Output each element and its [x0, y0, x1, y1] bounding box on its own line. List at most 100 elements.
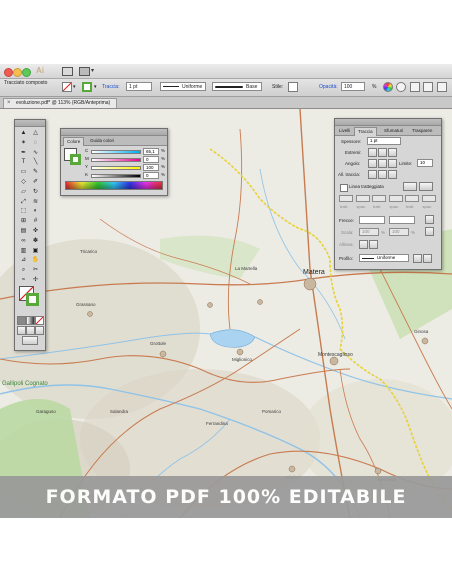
bridge-icon[interactable] [62, 67, 73, 76]
tab-trasparenza[interactable]: Trasparen [409, 127, 435, 135]
fill-stroke-widget[interactable] [19, 286, 41, 308]
tools-panel-grip[interactable] [15, 120, 45, 127]
close-icon[interactable]: × [7, 99, 11, 108]
color-spectrum[interactable] [65, 181, 163, 190]
arrow-tip-end-button[interactable] [369, 240, 378, 249]
stroke-panel-grip[interactable] [335, 119, 441, 126]
tab-colore[interactable]: Colore [63, 137, 85, 146]
flip-profile-vertical-button[interactable] [423, 254, 432, 263]
rotate-tool-icon[interactable]: ↻ [31, 189, 40, 198]
draw-inside-button[interactable] [35, 326, 44, 335]
isolate-group-icon[interactable] [396, 82, 406, 92]
dashed-checkbox[interactable] [340, 184, 348, 192]
dash-field-4[interactable] [388, 195, 403, 202]
shaper-tool-icon[interactable]: ◇ [19, 179, 28, 188]
dash-field-2[interactable] [355, 195, 370, 202]
eraser-tool-icon[interactable]: ▱ [19, 189, 28, 198]
bevel-join-button[interactable] [388, 159, 397, 168]
dash-field-6[interactable] [421, 195, 436, 202]
magic-wand-tool-icon[interactable]: ✶ [19, 140, 28, 149]
pencil-tool-icon[interactable]: ✐ [31, 179, 40, 188]
projecting-cap-button[interactable] [388, 148, 397, 157]
align-center-button[interactable] [368, 170, 377, 179]
lasso-tool-icon[interactable]: ◌ [31, 140, 40, 149]
channel-m-slider[interactable] [91, 158, 141, 162]
close-window-button[interactable] [4, 68, 13, 77]
slice-tool-icon[interactable]: ⊿ [19, 257, 28, 266]
chevron-down-icon[interactable]: ▾ [73, 84, 76, 90]
link-scale-button[interactable] [425, 227, 434, 236]
tab-livelli[interactable]: Livelli [336, 127, 353, 135]
stroke-swatch[interactable] [26, 293, 39, 306]
opacity-label[interactable]: Opacità: [319, 84, 338, 90]
stroke-label[interactable]: Traccia: [102, 84, 120, 90]
round-join-button[interactable] [378, 159, 387, 168]
chevron-down-icon[interactable]: ▾ [94, 84, 97, 90]
color-panel-grip[interactable] [61, 129, 167, 136]
fill-swatch[interactable] [62, 82, 72, 92]
arrow-tip-beyond-button[interactable] [359, 240, 368, 249]
butt-cap-button[interactable] [368, 148, 377, 157]
channel-y-slider[interactable] [91, 166, 141, 170]
stroke-weight-field[interactable]: 1 pt [126, 82, 152, 91]
arrange-documents-icon[interactable] [79, 67, 90, 76]
dash-field-5[interactable] [405, 195, 419, 202]
tab-sfumaturi[interactable]: Sfumaturi [381, 127, 406, 135]
dash-preserve-button[interactable] [403, 182, 417, 191]
blend-tool-icon[interactable]: ∞ [19, 238, 28, 247]
limit-field[interactable]: 10 [417, 159, 433, 167]
miter-join-button[interactable] [368, 159, 377, 168]
selection-tool-icon[interactable]: ▲ [19, 130, 28, 139]
recolor-artwork-icon[interactable] [383, 82, 393, 92]
curvature-tool-icon[interactable]: ∿ [31, 150, 40, 159]
paintbrush-tool-icon[interactable]: ✎ [31, 169, 40, 178]
knife-tool-icon[interactable]: ✂ [31, 267, 40, 276]
transform-options-icon[interactable] [423, 82, 433, 92]
end-scale-field[interactable]: 100 [389, 228, 409, 236]
swap-arrows-button[interactable] [425, 215, 434, 224]
channel-k-field[interactable]: 0 [143, 172, 159, 179]
free-transform-tool-icon[interactable]: ⬚ [19, 208, 28, 217]
channel-c-field[interactable]: 65,1 [143, 148, 159, 155]
dash-field-3[interactable] [372, 195, 386, 202]
hand-tool-icon[interactable]: ✋ [31, 257, 40, 266]
channel-k-slider[interactable] [91, 174, 141, 178]
channel-m-field[interactable]: 0 [143, 156, 159, 163]
mesh-tool-icon[interactable]: # [31, 218, 40, 227]
direct-selection-tool-icon[interactable]: △ [31, 130, 40, 139]
start-scale-field[interactable]: 100 [359, 228, 379, 236]
channel-c-slider[interactable] [91, 150, 141, 154]
weight-field[interactable]: 1 pt [367, 137, 401, 145]
zoom-window-button[interactable] [22, 68, 31, 77]
chevron-down-icon[interactable]: ▾ [91, 67, 94, 74]
gradient-tool-icon[interactable]: ▤ [19, 228, 28, 237]
symbol-sprayer-tool-icon[interactable]: ✽ [31, 238, 40, 247]
profile-dropdown[interactable]: Uniforme [359, 254, 409, 262]
puppet-warp-tool-icon[interactable]: ✢ [31, 277, 40, 286]
color-mode-button[interactable] [17, 316, 26, 325]
fill-stroke-mini[interactable] [64, 148, 82, 166]
panel-menu-icon[interactable] [437, 82, 447, 92]
channel-y-field[interactable]: 100 [143, 164, 159, 171]
graphic-style-swatch[interactable] [288, 82, 298, 92]
stroke-swatch[interactable] [70, 154, 81, 165]
width-profile-dropdown[interactable]: Uniforme [160, 82, 206, 91]
scale-tool-icon[interactable]: ⤢ [19, 199, 28, 208]
screen-mode-button[interactable] [22, 336, 38, 345]
opacity-field[interactable]: 100 [341, 82, 365, 91]
rectangle-tool-icon[interactable]: ▭ [19, 169, 28, 178]
column-graph-tool-icon[interactable]: ▥ [19, 248, 28, 257]
shape-builder-tool-icon[interactable]: ◐ [31, 208, 40, 217]
artboard-tool-icon[interactable]: ▣ [31, 248, 40, 257]
width-tool-icon[interactable]: ≋ [31, 199, 40, 208]
dash-align-button[interactable] [419, 182, 433, 191]
eyedropper-tool-icon[interactable]: ✜ [31, 228, 40, 237]
type-tool-icon[interactable]: T [19, 159, 28, 168]
pen-tool-icon[interactable]: ✒ [19, 150, 28, 159]
gradient-mode-button[interactable] [26, 316, 35, 325]
end-arrow-dropdown[interactable] [389, 216, 415, 224]
round-cap-button[interactable] [378, 148, 387, 157]
none-mode-button[interactable] [35, 316, 44, 325]
perspective-tool-icon[interactable]: ⊞ [19, 218, 28, 227]
align-inside-button[interactable] [378, 170, 387, 179]
